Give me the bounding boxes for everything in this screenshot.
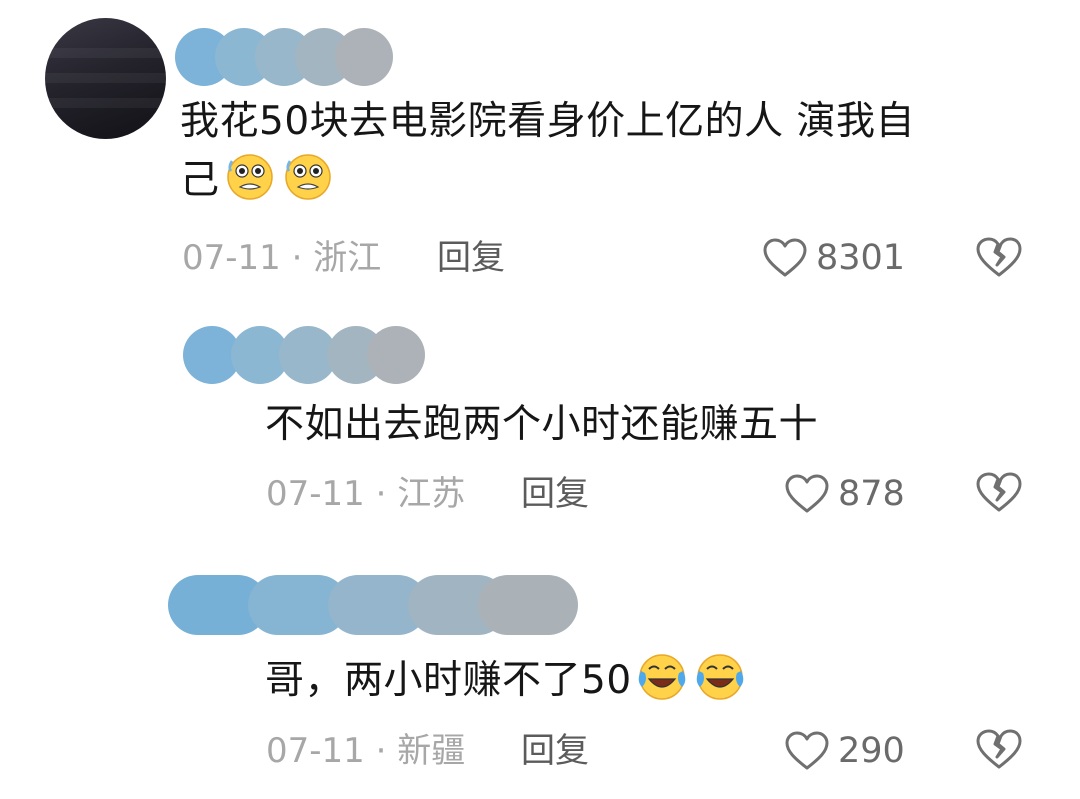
heart-icon	[785, 474, 829, 513]
reply-item: 不如出去跑两个小时还能赚五十 07-11 · 江苏 回复 878	[0, 290, 1080, 540]
reply-button[interactable]: 回复	[521, 474, 589, 514]
comment-meta: 07-11 · 浙江	[182, 238, 382, 278]
heart-icon	[785, 731, 829, 770]
crying-laughing-face-icon	[692, 651, 748, 701]
like-button[interactable]: 8301	[762, 237, 905, 279]
broken-heart-icon	[976, 472, 1022, 512]
like-button[interactable]: 878	[784, 473, 905, 515]
comment-text: 哥，两小时赚不了50	[265, 651, 1025, 710]
like-count: 290	[838, 731, 905, 771]
broken-heart-icon	[976, 237, 1022, 277]
like-button[interactable]: 290	[784, 730, 905, 772]
heart-icon	[763, 238, 807, 277]
crying-laughing-face-icon	[634, 651, 690, 701]
comment-item: 我花50块去电影院看身价上亿的人 演我自 己 07-11 · 浙江 回复 830…	[0, 0, 1080, 290]
like-count: 8301	[816, 238, 906, 278]
dislike-button[interactable]	[975, 470, 1023, 518]
sweat-pleading-face-icon	[280, 151, 336, 201]
comment-meta: 07-11 · 江苏	[266, 474, 466, 514]
comment-text: 不如出去跑两个小时还能赚五十	[265, 402, 819, 447]
comment-text: 我花50块去电影院看身价上亿的人 演我自 己	[180, 93, 1040, 210]
reply-item: 哥，两小时赚不了50 07-11 · 新疆 回复 290	[0, 545, 1080, 799]
dislike-button[interactable]	[975, 235, 1023, 283]
sweat-pleading-face-icon	[222, 151, 278, 201]
comment-meta: 07-11 · 新疆	[266, 731, 466, 771]
username-redacted[interactable]	[183, 326, 433, 384]
broken-heart-icon	[976, 729, 1022, 769]
comment-text-line2: 己	[180, 158, 220, 203]
username-redacted[interactable]	[168, 575, 588, 635]
dislike-button[interactable]	[975, 727, 1023, 775]
username-redacted[interactable]	[175, 28, 395, 86]
avatar[interactable]	[45, 18, 166, 139]
comment-text-line1: 我花50块去电影院看身价上亿的人 演我自	[180, 99, 916, 144]
reply-button[interactable]: 回复	[521, 731, 589, 771]
comment-text-line1: 哥，两小时赚不了50	[265, 658, 632, 703]
like-count: 878	[838, 474, 905, 514]
reply-button[interactable]: 回复	[437, 238, 505, 278]
